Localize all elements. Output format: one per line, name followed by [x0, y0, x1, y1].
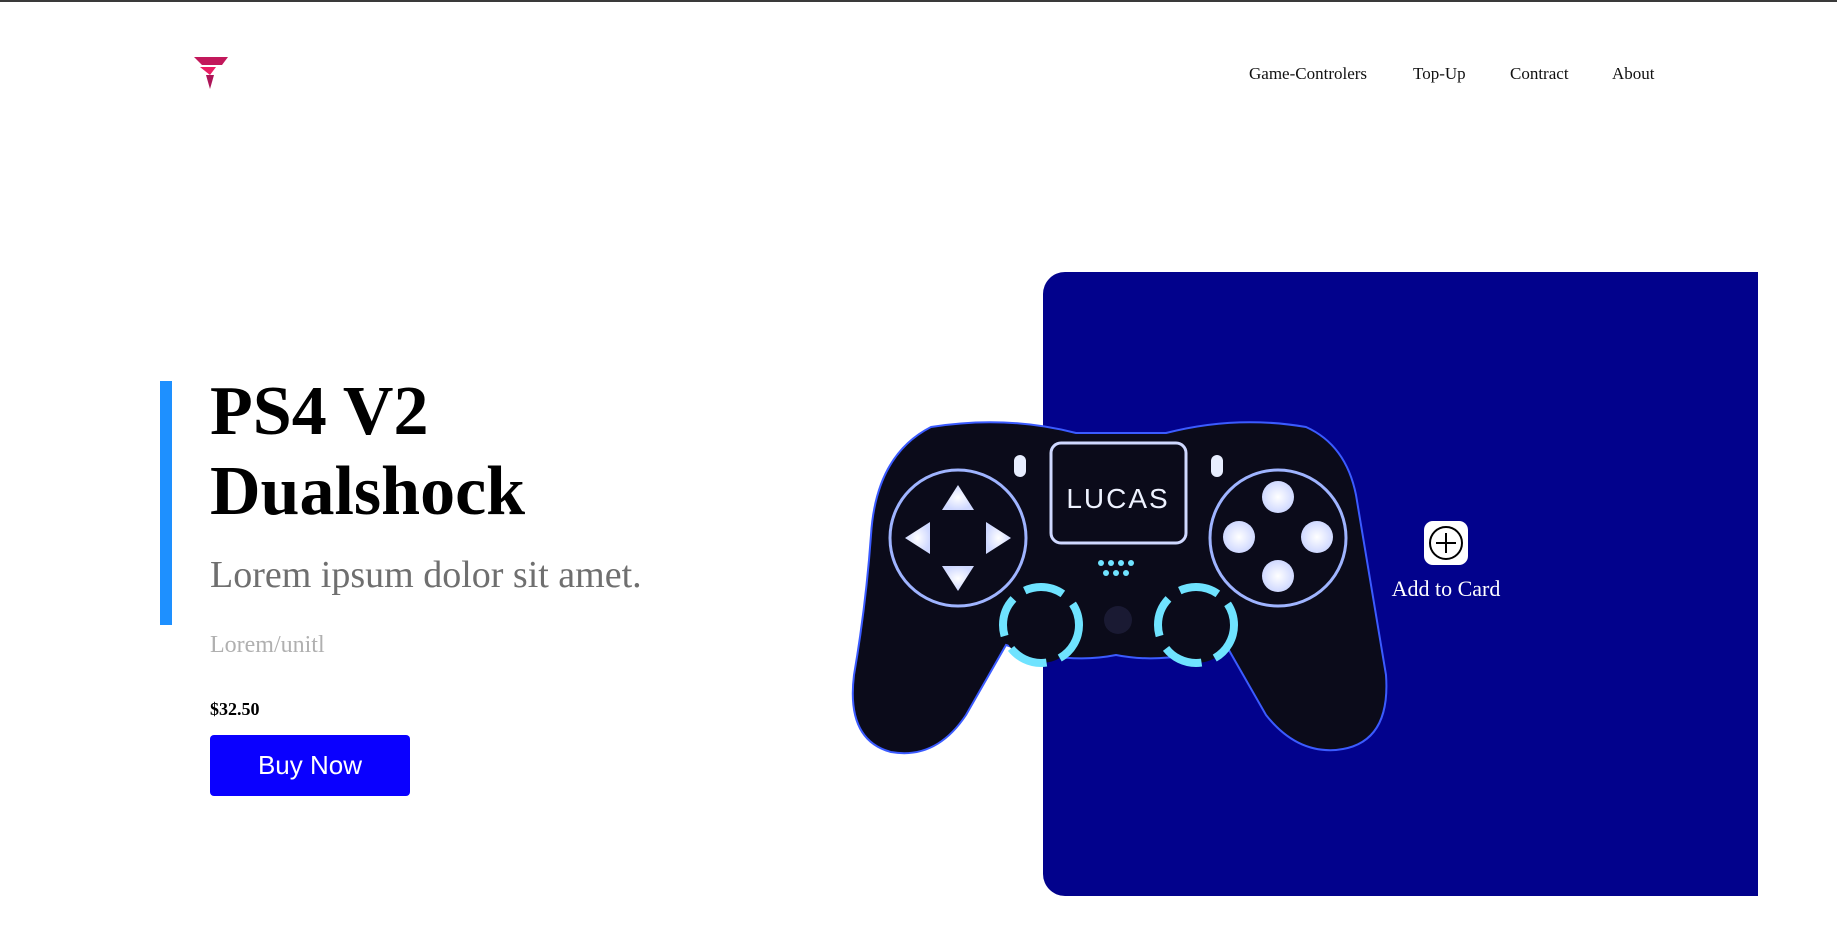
- product-title: PS4 V2 Dualshock: [210, 372, 525, 532]
- title-accent-bar: [160, 381, 172, 625]
- game-controller-image: LUCAS: [851, 421, 1388, 755]
- buy-now-button[interactable]: Buy Now: [210, 735, 410, 796]
- nav-top-up[interactable]: Top-Up: [1413, 64, 1466, 84]
- top-border: [0, 0, 1837, 2]
- controller-brand-label: LUCAS: [1066, 483, 1169, 514]
- nav-contract[interactable]: Contract: [1510, 64, 1569, 84]
- add-to-card[interactable]: Add to Card: [1386, 521, 1506, 602]
- add-to-card-label: Add to Card: [1391, 576, 1501, 601]
- nav-about[interactable]: About: [1612, 64, 1655, 84]
- main-nav: Game-Controlers Top-Up Contract About: [0, 64, 1837, 88]
- product-title-line2: Dualshock: [210, 453, 526, 530]
- nav-game-controllers[interactable]: Game-Controlers: [1249, 64, 1367, 84]
- product-unit: Lorem/unitl: [210, 632, 325, 658]
- product-price: $32.50: [210, 699, 260, 719]
- product-title-line1: PS4 V2: [210, 373, 429, 450]
- plus-circle-icon[interactable]: [1424, 521, 1468, 565]
- product-subtitle: Lorem ipsum dolor sit amet.: [210, 554, 642, 596]
